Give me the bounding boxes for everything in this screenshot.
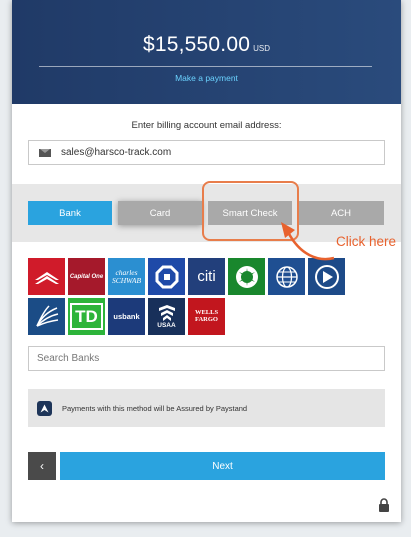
payment-header: $15,550.00 USD Make a payment <box>12 0 401 104</box>
email-field[interactable] <box>28 140 385 165</box>
assurance-text: Payments with this method will be Assure… <box>62 403 248 413</box>
triangle-circle-icon <box>314 264 339 289</box>
bank-of-america-icon <box>34 271 59 284</box>
usaa-logo[interactable]: USAA <box>148 298 185 335</box>
search-banks-input[interactable] <box>37 353 367 364</box>
bank-of-america-logo[interactable] <box>28 258 65 295</box>
amount-display: $15,550.00 USD <box>12 33 401 57</box>
charles-schwab-text: charles SCHWAB <box>111 268 142 285</box>
usaa-eagle-icon <box>158 304 175 321</box>
tab-ach[interactable]: ACH <box>298 201 384 225</box>
envelope-icon <box>39 148 51 157</box>
email-label: Enter billing account email address: <box>131 120 282 131</box>
paystand-glyph <box>40 404 49 412</box>
lock-icon <box>379 498 389 512</box>
chase-octagon-icon <box>155 265 178 288</box>
globe-bank-logo[interactable] <box>268 258 305 295</box>
us-bank-text: usbank <box>113 311 140 321</box>
payment-card: $15,550.00 USD Make a payment Enter billi… <box>12 0 401 522</box>
assurance-notice: Payments with this method will be Assure… <box>28 389 385 427</box>
globe-icon <box>275 265 298 288</box>
amount-currency: USD <box>253 44 270 53</box>
tab-bank[interactable]: Bank <box>28 201 112 225</box>
back-button[interactable]: ‹ <box>28 452 56 480</box>
us-bank-logo[interactable]: usbank <box>108 298 145 335</box>
usaa-text: USAA <box>157 321 176 329</box>
next-button[interactable]: Next <box>60 452 385 480</box>
make-payment-link[interactable]: Make a payment <box>12 73 401 83</box>
amount-value: $15,550.00 <box>143 33 251 56</box>
fifth-third-logo[interactable] <box>228 258 265 295</box>
citi-text: citi <box>197 268 216 285</box>
regions-logo[interactable] <box>28 298 65 335</box>
smart-check-highlight-box <box>202 181 299 241</box>
citi-logo[interactable]: citi <box>188 258 225 295</box>
regions-leaf-icon <box>35 304 58 327</box>
td-bank-logo[interactable]: TD <box>68 298 105 335</box>
charles-schwab-logo[interactable]: charles SCHWAB <box>108 258 145 295</box>
capital-one-text: Capital One <box>69 273 104 280</box>
email-input[interactable] <box>61 147 361 158</box>
tab-card[interactable]: Card <box>118 201 202 225</box>
wells-fargo-logo[interactable]: WELLS FARGO <box>188 298 225 335</box>
capital-one-logo[interactable]: Capital One <box>68 258 105 295</box>
chase-logo[interactable] <box>148 258 185 295</box>
wells-fargo-text: WELLS FARGO <box>194 309 219 323</box>
click-here-label: Click here <box>336 234 397 249</box>
td-text: TD <box>70 303 103 330</box>
fifth-third-icon <box>235 265 258 288</box>
search-banks-field[interactable] <box>28 346 385 371</box>
pnc-logo[interactable] <box>308 258 345 295</box>
header-divider <box>39 66 372 67</box>
paystand-icon <box>37 400 52 416</box>
